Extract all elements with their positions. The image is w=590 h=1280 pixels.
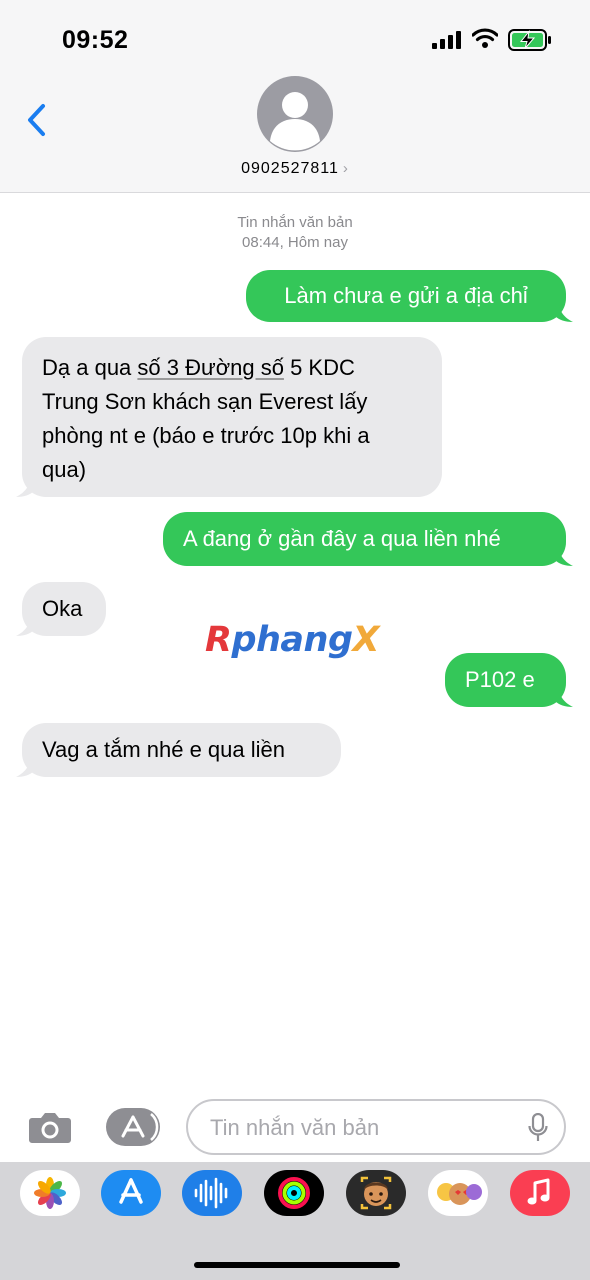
message-text-line: Trung Sơn khách sạn Everest lấy bbox=[42, 389, 368, 414]
bubble-tail bbox=[16, 616, 34, 636]
bubble-tail bbox=[555, 302, 573, 322]
message-bubble-incoming[interactable]: Oka bbox=[16, 582, 106, 636]
message-input[interactable] bbox=[208, 1111, 522, 1145]
back-chevron-icon[interactable] bbox=[22, 100, 52, 140]
app-store-button[interactable] bbox=[106, 1108, 160, 1146]
watermark-logo: RphangX bbox=[205, 620, 380, 660]
bubble-tail bbox=[555, 687, 573, 707]
message-text: Dạ a qua số 3 Đường số 5 KDC bbox=[42, 355, 355, 380]
message-bubble-outgoing[interactable]: Làm chưa e gửi a địa chỉ bbox=[246, 270, 573, 322]
bubble-tail bbox=[555, 546, 573, 566]
activity-app-icon[interactable] bbox=[264, 1170, 324, 1216]
contact-avatar[interactable] bbox=[257, 76, 333, 152]
message-text: Làm chưa e gửi a địa chỉ bbox=[284, 283, 528, 308]
status-time: 09:52 bbox=[62, 26, 129, 54]
conversation-header: 09:52 0902527811 › bbox=[0, 0, 590, 193]
music-app-icon[interactable] bbox=[510, 1170, 570, 1216]
memoji-stickers-icon[interactable] bbox=[428, 1170, 488, 1216]
message-text-line: qua) bbox=[42, 457, 87, 482]
message-bubble-outgoing[interactable]: A đang ở gần đây a qua liền nhé bbox=[163, 512, 573, 566]
thread-timestamp: 08:44, Hôm nay bbox=[242, 234, 348, 251]
address-link[interactable]: số 3 Đường số bbox=[137, 355, 284, 380]
contact-number: 0902527811 bbox=[241, 160, 339, 177]
message-bubble-outgoing[interactable]: P102 e bbox=[445, 653, 573, 707]
cellular-signal-icon bbox=[432, 31, 461, 49]
photos-app-icon[interactable] bbox=[20, 1170, 80, 1216]
contact-name[interactable]: 0902527811 › bbox=[0, 160, 590, 178]
message-text: Oka bbox=[42, 596, 83, 621]
message-bubble-incoming[interactable]: Dạ a qua số 3 Đường số 5 KDC Trung Sơn k… bbox=[16, 337, 442, 497]
message-text: A đang ở gần đây a qua liền nhé bbox=[183, 526, 501, 551]
message-text: Vag a tắm nhé e qua liền bbox=[42, 737, 285, 762]
microphone-icon[interactable] bbox=[528, 1113, 548, 1143]
battery-charging-icon bbox=[508, 29, 551, 51]
app-store-icon bbox=[121, 1113, 159, 1141]
audio-messages-icon[interactable] bbox=[182, 1170, 242, 1216]
camera-icon[interactable] bbox=[28, 1110, 72, 1144]
bubble-tail bbox=[16, 757, 34, 777]
bubble-tail bbox=[16, 477, 34, 497]
wifi-icon bbox=[472, 28, 498, 48]
thread-label: Tin nhắn văn bản bbox=[237, 214, 353, 231]
message-text-line: phòng nt e (báo e trước 10p khi a bbox=[42, 423, 370, 448]
message-text: P102 e bbox=[465, 667, 535, 692]
home-indicator[interactable] bbox=[194, 1262, 400, 1268]
message-bubble-incoming[interactable]: Vag a tắm nhé e qua liền bbox=[16, 723, 341, 777]
chevron-right-icon: › bbox=[342, 160, 349, 177]
app-store-app-icon[interactable] bbox=[101, 1170, 161, 1216]
message-input-field[interactable] bbox=[186, 1099, 566, 1155]
person-icon bbox=[257, 76, 333, 152]
memoji-app-icon[interactable] bbox=[346, 1170, 406, 1216]
